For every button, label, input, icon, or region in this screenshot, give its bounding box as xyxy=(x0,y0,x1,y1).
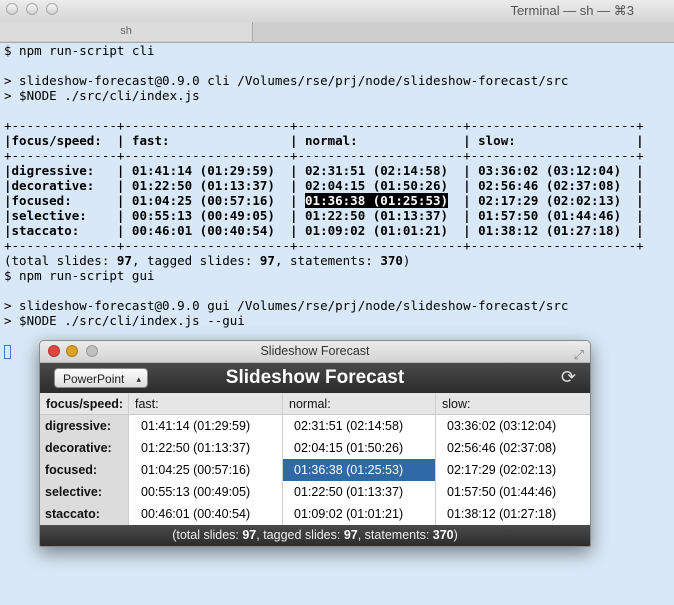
table-cell[interactable]: 02:04:15 (01:50:26) xyxy=(282,437,435,459)
fullscreen-icon[interactable]: ⤢ xyxy=(574,344,584,365)
row-label: decorative: xyxy=(40,437,128,459)
selected-table-cell[interactable]: 01:36:38 (01:25:53) xyxy=(282,459,435,481)
table-cell[interactable]: 02:17:29 (02:02:13) xyxy=(435,459,590,481)
minimize-button[interactable] xyxy=(66,345,78,357)
slideshow-forecast-window: Slideshow Forecast ⤢ PowerPoint ▴▾ Slide… xyxy=(39,340,591,547)
summary-line: (total slides: 97, tagged slides: 97, st… xyxy=(4,253,411,268)
table-cell[interactable]: 02:31:51 (02:14:58) xyxy=(282,415,435,437)
table-cell[interactable]: 00:46:01 (00:40:54) xyxy=(128,503,282,525)
table-cell[interactable]: 01:57:50 (01:44:46) xyxy=(435,481,590,503)
table-row: |digressive: | 01:41:14 (01:29:59) | 02:… xyxy=(4,163,644,178)
terminal-tabbar: sh xyxy=(0,22,674,43)
table-header-row: focus/speed: fast: normal: slow: xyxy=(40,393,590,415)
column-header[interactable]: normal: xyxy=(282,393,435,415)
table-border: +--------------+----------------------+-… xyxy=(4,148,644,163)
table-row: |focused: | 01:04:25 (00:57:16) | 01:36:… xyxy=(4,193,644,208)
row-label: focused: xyxy=(40,459,128,481)
npm-log-line: > slideshow-forecast@0.9.0 gui /Volumes/… xyxy=(4,298,569,313)
table-cell[interactable]: 02:56:46 (02:37:08) xyxy=(435,437,590,459)
terminal-titlebar: Terminal — sh — ⌘3 xyxy=(0,0,674,23)
highlighted-cell: 01:36:38 (01:25:53) xyxy=(305,193,449,208)
table-row: selective: 00:55:13 (00:49:05) 01:22:50 … xyxy=(40,481,590,503)
gui-titlebar: Slideshow Forecast ⤢ xyxy=(40,341,590,363)
table-cell[interactable]: 01:09:02 (01:01:21) xyxy=(282,503,435,525)
npm-log-line: > slideshow-forecast@0.9.0 cli /Volumes/… xyxy=(4,73,569,88)
table-row: digressive: 01:41:14 (01:29:59) 02:31:51… xyxy=(40,415,590,437)
command-line: $ npm run-script gui xyxy=(4,268,155,283)
table-border: +--------------+----------------------+-… xyxy=(4,118,644,133)
terminal-window-title: Terminal — sh — ⌘3 xyxy=(510,3,634,18)
table-cell[interactable]: 01:22:50 (01:13:37) xyxy=(282,481,435,503)
table-cell[interactable]: 01:38:12 (01:27:18) xyxy=(435,503,590,525)
column-header[interactable]: slow: xyxy=(435,393,590,415)
npm-log-line: > $NODE ./src/cli/index.js --gui xyxy=(4,313,245,328)
table-row: |selective: | 00:55:13 (00:49:05) | 01:2… xyxy=(4,208,644,223)
zoom-button[interactable] xyxy=(46,3,58,15)
table-row: staccato: 00:46:01 (00:40:54) 01:09:02 (… xyxy=(40,503,590,525)
column-header: focus/speed: xyxy=(40,393,128,415)
table-header: |focus/speed: | fast: | normal: | slow: … xyxy=(4,133,644,148)
column-header[interactable]: fast: xyxy=(128,393,282,415)
npm-log-line: > $NODE ./src/cli/index.js xyxy=(4,88,200,103)
gui-heading: Slideshow Forecast xyxy=(225,367,405,388)
tab-sh[interactable]: sh xyxy=(0,22,253,41)
gui-status-bar: (total slides: 97, tagged slides: 97, st… xyxy=(40,525,590,546)
close-button[interactable] xyxy=(6,3,18,15)
table-cell[interactable]: 03:36:02 (03:12:04) xyxy=(435,415,590,437)
gui-toolbar: PowerPoint ▴▾ Slideshow Forecast ⟳ xyxy=(40,363,590,404)
table-cell[interactable]: 01:22:50 (01:13:37) xyxy=(128,437,282,459)
close-button[interactable] xyxy=(48,345,60,357)
gui-window-title: Slideshow Forecast xyxy=(260,344,370,358)
zoom-button[interactable] xyxy=(86,345,98,357)
command-line: $ npm run-script cli xyxy=(4,43,155,58)
table-cell[interactable]: 00:55:13 (00:49:05) xyxy=(128,481,282,503)
minimize-button[interactable] xyxy=(26,3,38,15)
refresh-icon[interactable]: ⟳ xyxy=(561,367,576,388)
row-label: staccato: xyxy=(40,503,128,525)
row-label: selective: xyxy=(40,481,128,503)
table-row: decorative: 01:22:50 (01:13:37) 02:04:15… xyxy=(40,437,590,459)
terminal-output[interactable]: $ npm run-script cli > slideshow-forecas… xyxy=(4,43,669,359)
table-cell[interactable]: 01:04:25 (00:57:16) xyxy=(128,459,282,481)
table-row: |staccato: | 00:46:01 (00:40:54) | 01:09… xyxy=(4,223,644,238)
terminal-cursor xyxy=(4,344,11,359)
table-row: focused: 01:04:25 (00:57:16) 01:36:38 (0… xyxy=(40,459,590,481)
row-label: digressive: xyxy=(40,415,128,437)
table-border: +--------------+----------------------+-… xyxy=(4,238,644,253)
table-cell[interactable]: 01:41:14 (01:29:59) xyxy=(128,415,282,437)
table-row: |decorative: | 01:22:50 (01:13:37) | 02:… xyxy=(4,178,644,193)
